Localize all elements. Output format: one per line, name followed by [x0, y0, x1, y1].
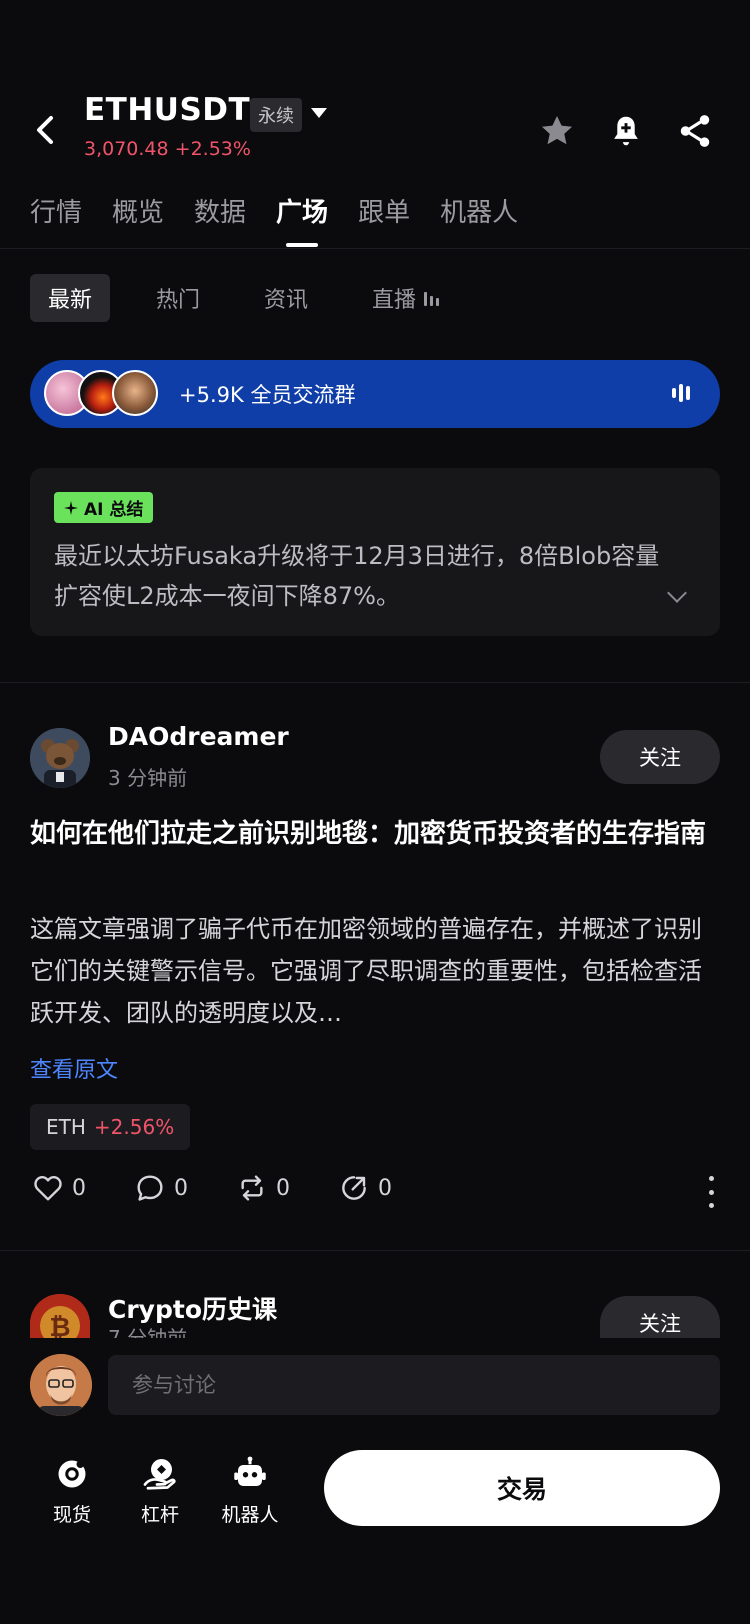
comment-input[interactable] — [108, 1355, 720, 1415]
nav-margin-label: 杠杆 — [140, 1504, 179, 1526]
price-change: +2.53% — [174, 138, 251, 160]
community-group-banner[interactable]: +5.9K 全员交流群 — [30, 360, 720, 428]
repost-icon — [241, 1175, 263, 1201]
tab-data[interactable]: 数据 — [194, 192, 246, 229]
back-arrow-icon — [37, 116, 53, 144]
post-actions: 0 0 0 0 — [32, 1172, 392, 1204]
pair-title[interactable]: ETHUSDT — [84, 92, 250, 128]
trade-button[interactable]: 交易 — [324, 1450, 720, 1526]
nav-margin[interactable]: 杠杆 — [120, 1456, 200, 1527]
post-divider — [0, 1250, 750, 1251]
subtab-live[interactable]: 直播 — [354, 274, 457, 322]
robot-icon — [234, 1456, 266, 1486]
nav-bots[interactable]: 机器人 — [210, 1456, 290, 1527]
share-icon[interactable] — [676, 112, 714, 150]
like-count: 0 — [72, 1175, 86, 1201]
tab-square[interactable]: 广场 — [276, 192, 328, 247]
heart-icon — [34, 1175, 62, 1201]
back-button[interactable] — [26, 110, 66, 150]
tab-overview[interactable]: 概览 — [112, 192, 164, 229]
member-avatars — [44, 370, 169, 418]
svg-text:₿: ₿ — [49, 1313, 70, 1338]
tabs-divider — [0, 248, 750, 249]
active-tab-indicator — [286, 243, 319, 247]
nav-spot-label: 现货 — [52, 1504, 91, 1526]
comment-bubble-icon — [137, 1175, 163, 1201]
nav-bots-label: 机器人 — [221, 1504, 279, 1526]
author-name[interactable]: DAOdreamer — [108, 722, 289, 751]
author-name[interactable]: Crypto历史课 — [108, 1290, 277, 1326]
section-divider — [0, 682, 750, 683]
ai-summary-badge: AI 总结 — [54, 492, 154, 523]
audio-wave-icon — [672, 382, 690, 404]
my-avatar[interactable] — [30, 1354, 92, 1416]
comment-bar — [0, 1338, 750, 1434]
favorite-star-icon[interactable] — [538, 112, 576, 150]
more-options-icon[interactable] — [706, 1176, 716, 1208]
contract-type-badge: 永续 — [250, 98, 302, 132]
group-member-count: +5.9K 全员交流群 — [179, 383, 356, 407]
live-bars-icon — [424, 290, 440, 306]
post-body[interactable]: 这篇文章强调了骗子代币在加密领域的普遍存在，并概述了识别它们的关键警示信号。它强… — [30, 908, 720, 1034]
repost-button[interactable]: 0 — [236, 1172, 290, 1204]
share-post-button[interactable]: 0 — [338, 1172, 392, 1204]
tab-bots[interactable]: 机器人 — [440, 192, 518, 229]
coin-symbol: ETH — [46, 1115, 86, 1139]
tab-market[interactable]: 行情 — [30, 192, 82, 229]
subtab-news[interactable]: 资讯 — [246, 274, 326, 322]
bottom-nav: 现货 杠杆 机器人 交易 — [0, 1434, 750, 1624]
view-original-link[interactable]: 查看原文 — [30, 1052, 118, 1084]
follow-button[interactable]: 关注 — [600, 1296, 720, 1338]
author-avatar[interactable]: ₿ — [30, 1294, 90, 1338]
main-tabs: 行情 概览 数据 广场 跟单 机器人 — [30, 192, 518, 247]
margin-icon — [143, 1459, 176, 1490]
share-count: 0 — [378, 1175, 392, 1201]
coin-tag[interactable]: ETH +2.56% — [30, 1104, 191, 1150]
post-time: 7 分钟前 — [108, 1328, 228, 1338]
follow-button[interactable]: 关注 — [600, 730, 720, 784]
sparkle-icon — [64, 500, 78, 515]
coin-change: +2.56% — [93, 1115, 175, 1139]
post-time: 3 分钟前 — [108, 766, 188, 790]
pair-dropdown-icon[interactable] — [311, 108, 327, 118]
expand-chevron-icon[interactable] — [667, 583, 687, 603]
comment-count: 0 — [174, 1175, 188, 1201]
price-change-line: 3,070.48 +2.53% — [84, 138, 251, 160]
avatar — [112, 370, 158, 416]
share-arrow-icon — [342, 1176, 366, 1200]
comment-button[interactable]: 0 — [134, 1172, 188, 1204]
price-alert-bell-icon[interactable] — [607, 112, 645, 150]
author-avatar[interactable] — [30, 728, 90, 788]
tab-copy-trading[interactable]: 跟单 — [358, 192, 410, 229]
feed-subtabs: 最新 热门 资讯 直播 — [30, 274, 457, 322]
ai-summary-text: 最近以太坊Fusaka升级将于12月3日进行，8倍Blob容量扩容使L2成本一夜… — [54, 542, 660, 610]
post-title[interactable]: 如何在他们拉走之前识别地毯：加密货币投资者的生存指南 — [30, 812, 720, 856]
repost-count: 0 — [276, 1175, 290, 1201]
spot-coins-icon — [58, 1460, 86, 1488]
like-button[interactable]: 0 — [32, 1172, 86, 1204]
last-price: 3,070.48 — [84, 138, 169, 160]
subtab-hot[interactable]: 热门 — [138, 274, 218, 322]
ai-summary-card[interactable]: AI 总结 最近以太坊Fusaka升级将于12月3日进行，8倍Blob容量扩容使… — [30, 468, 720, 636]
subtab-latest[interactable]: 最新 — [30, 274, 111, 322]
nav-spot[interactable]: 现货 — [32, 1456, 112, 1527]
